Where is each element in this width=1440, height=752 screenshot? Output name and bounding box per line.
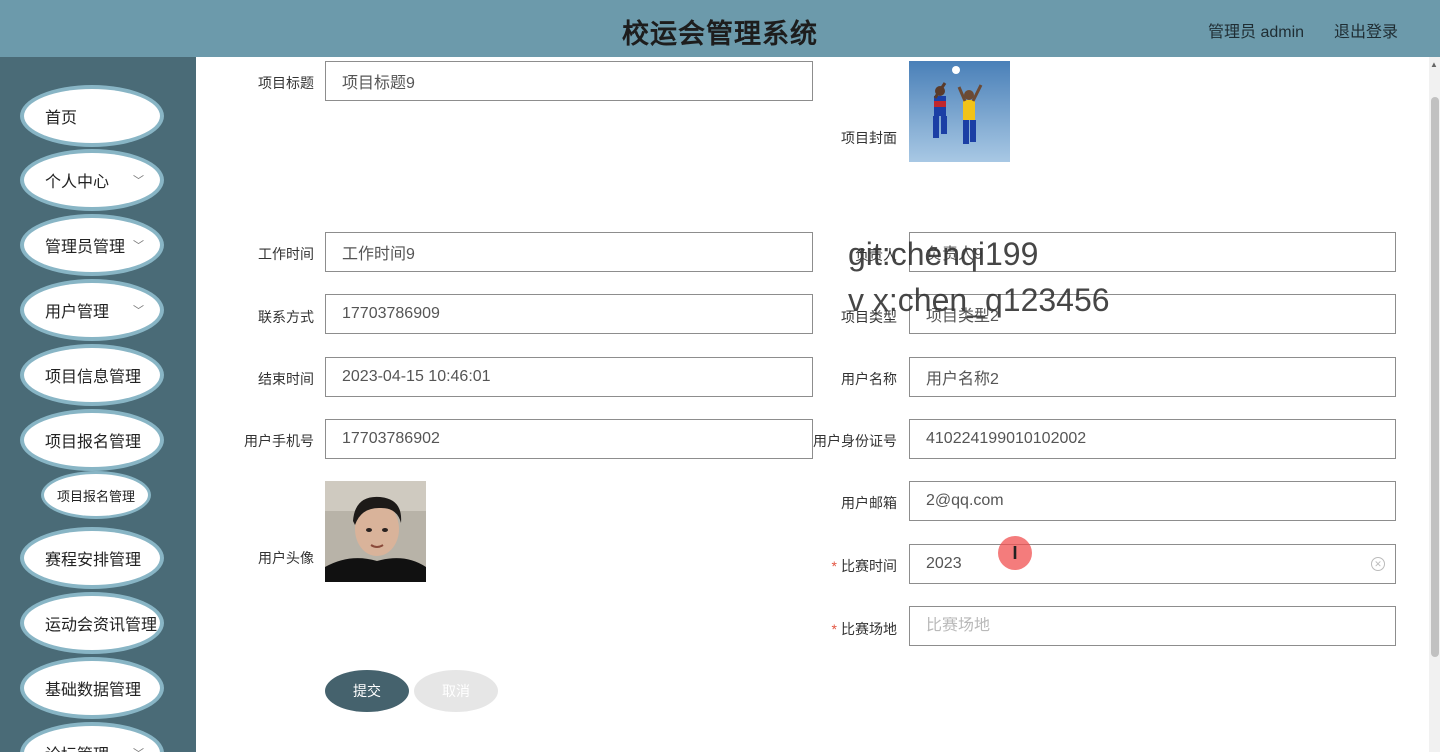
work-time-field[interactable] [325, 232, 813, 272]
sidebar-item-label: 项目信息管理 [45, 369, 142, 386]
scrollbar-thumb[interactable] [1431, 97, 1439, 657]
required-asterisk: * [831, 558, 837, 574]
user-avatar-image [325, 481, 426, 582]
sidebar-item-label: 首页 [45, 110, 78, 127]
sidebar-item-base-data[interactable]: 基础数据管理 [24, 661, 160, 715]
match-venue-field[interactable] [909, 606, 1396, 646]
user-id-card-input[interactable] [926, 430, 1395, 448]
chevron-down-icon: ﹀ [133, 305, 144, 317]
chevron-down-icon: ﹀ [133, 175, 144, 187]
project-title-field[interactable] [325, 61, 813, 101]
text-cursor-icon: I [998, 536, 1032, 570]
user-id-card-field[interactable] [909, 419, 1396, 459]
person-in-charge-label: 负责人 [855, 247, 897, 263]
user-id-card-label: 用户身份证号 [813, 433, 897, 449]
sidebar-item-schedule[interactable]: 赛程安排管理 [24, 531, 160, 585]
sidebar-item-forum[interactable]: 论坛管理 ﹀ [24, 726, 160, 752]
submit-button[interactable]: 提交 [325, 670, 409, 712]
sidebar-item-admin-management[interactable]: 管理员管理 ﹀ [24, 218, 160, 272]
sidebar-item-project-registration[interactable]: 项目报名管理 [24, 413, 160, 467]
user-name-label: 用户名称 [841, 371, 897, 387]
sidebar-item-project-info[interactable]: 项目信息管理 [24, 348, 160, 402]
user-phone-field[interactable] [325, 419, 813, 459]
project-title-input[interactable] [342, 72, 812, 90]
user-email-input[interactable] [926, 492, 1395, 510]
clear-icon[interactable]: ✕ [1371, 557, 1385, 571]
sidebar-item-label: 个人中心 [45, 174, 110, 191]
project-type-label: 项目类型 [841, 309, 897, 325]
project-cover-label: 项目封面 [841, 130, 897, 146]
match-time-label: * 比赛时间 [800, 556, 897, 576]
work-time-label: 工作时间 [258, 246, 314, 262]
sidebar-subitem-project-registration[interactable]: 项目报名管理 [44, 474, 148, 516]
match-time-label-text: 比赛时间 [841, 558, 897, 574]
work-time-input[interactable] [342, 243, 812, 261]
match-time-field[interactable]: ✕ [909, 544, 1396, 584]
contact-input[interactable] [342, 305, 812, 323]
match-venue-input[interactable] [926, 617, 1395, 635]
project-type-field[interactable] [909, 294, 1396, 334]
user-phone-label: 用户手机号 [244, 433, 314, 449]
cancel-button[interactable]: 取消 [414, 670, 498, 712]
user-avatar-label: 用户头像 [258, 550, 314, 566]
user-email-label: 用户邮箱 [841, 495, 897, 511]
sidebar-item-personal-center[interactable]: 个人中心 ﹀ [24, 153, 160, 207]
end-time-field[interactable] [325, 357, 813, 397]
match-venue-label-text: 比赛场地 [841, 621, 897, 637]
admin-user-label: 管理员 admin [1208, 24, 1305, 41]
logout-link[interactable]: 退出登录 [1334, 18, 1398, 42]
app-header: 校运会管理系统 管理员 admin 退出登录 [0, 0, 1440, 57]
sidebar-item-label: 基础数据管理 [45, 682, 142, 699]
contact-field[interactable] [325, 294, 813, 334]
sidebar-item-label: 论坛管理 [45, 741, 109, 752]
sidebar-item-label: 管理员管理 [45, 239, 126, 256]
match-venue-label: * 比赛场地 [800, 619, 897, 639]
project-title-label: 项目标题 [258, 75, 314, 91]
project-type-input[interactable] [926, 305, 1395, 323]
sidebar-item-news[interactable]: 运动会资讯管理 [24, 596, 160, 650]
required-asterisk: * [831, 621, 837, 637]
sidebar-item-label: 赛程安排管理 [45, 552, 142, 569]
sidebar-item-label: 项目报名管理 [45, 434, 142, 451]
user-name-field[interactable] [909, 357, 1396, 397]
contact-label: 联系方式 [258, 309, 314, 325]
user-name-input[interactable] [926, 368, 1395, 386]
end-time-input[interactable] [342, 368, 812, 386]
scroll-up-arrow-icon[interactable]: ▲ [1430, 60, 1438, 69]
sidebar: 首页 个人中心 ﹀ 管理员管理 ﹀ 用户管理 ﹀ 项目信息管理 项目报名管理 项… [0, 57, 196, 752]
user-email-field[interactable] [909, 481, 1396, 521]
person-in-charge-input[interactable] [926, 243, 1395, 261]
user-phone-input[interactable] [342, 430, 812, 448]
end-time-label: 结束时间 [258, 371, 314, 387]
chevron-down-icon: ﹀ [133, 745, 144, 752]
project-cover-image [909, 61, 1010, 162]
person-in-charge-field[interactable] [909, 232, 1396, 272]
match-time-input[interactable] [926, 555, 1395, 573]
sidebar-item-home[interactable]: 首页 [24, 89, 160, 143]
sidebar-item-user-management[interactable]: 用户管理 ﹀ [24, 283, 160, 337]
sidebar-item-label: 运动会资讯管理 [45, 617, 158, 634]
sidebar-item-label: 用户管理 [45, 304, 110, 321]
chevron-down-icon: ﹀ [133, 240, 144, 252]
